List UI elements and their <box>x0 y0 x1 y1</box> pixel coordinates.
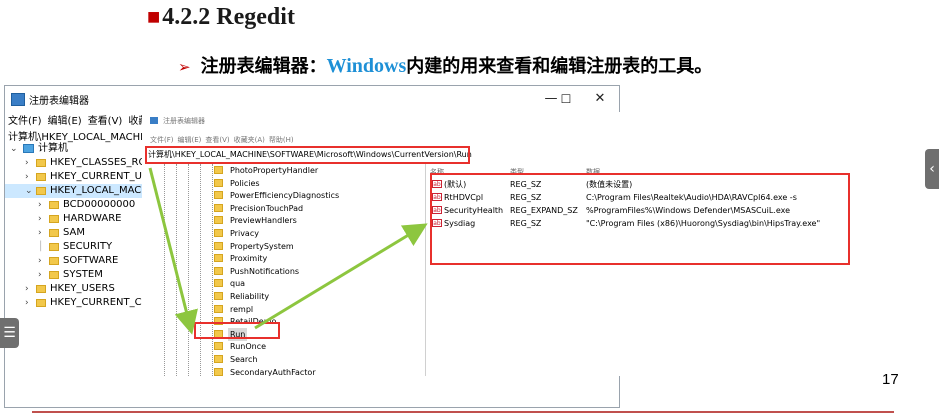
footer-divider <box>32 411 894 413</box>
arrow-to-values <box>254 223 428 330</box>
side-panel-toggle-icon[interactable]: ‹ <box>925 149 939 189</box>
page-number: 17 <box>882 371 899 388</box>
slide-menu-icon[interactable]: ☰ <box>0 318 19 348</box>
arrow-to-run-key <box>148 167 198 335</box>
annotation-arrows <box>148 167 428 335</box>
